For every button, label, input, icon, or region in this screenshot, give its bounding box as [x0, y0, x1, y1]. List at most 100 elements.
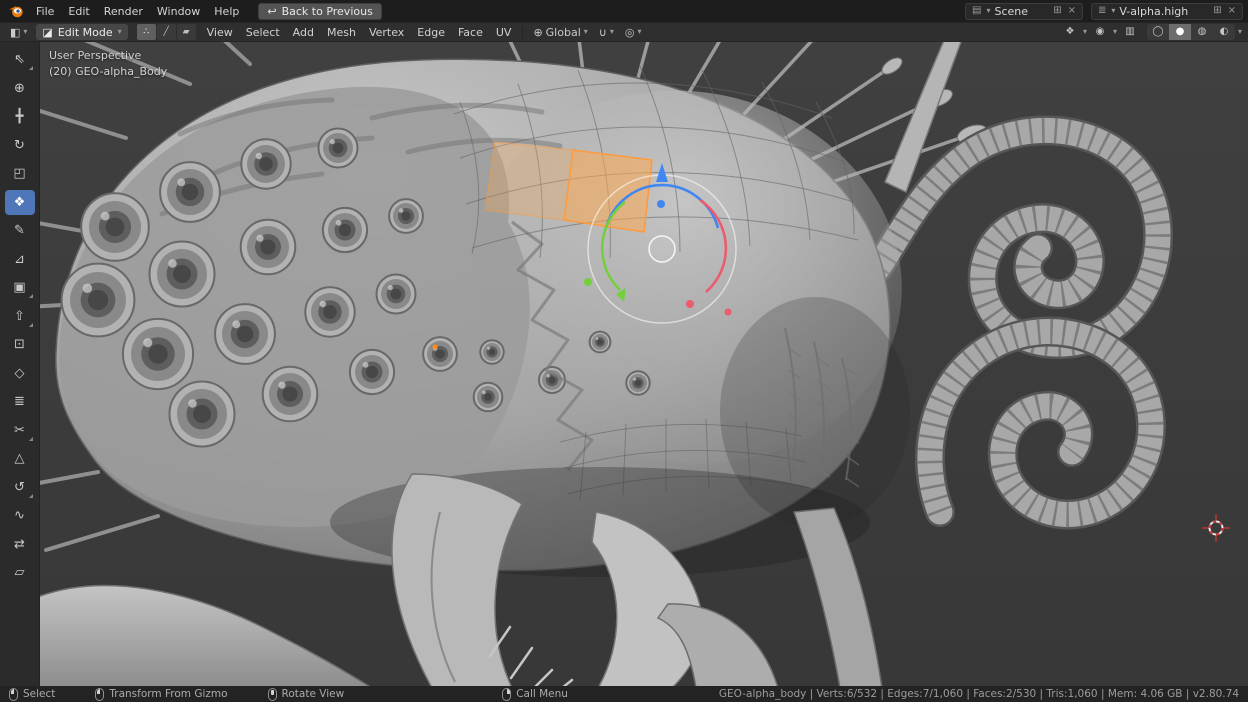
- menu-help[interactable]: Help: [207, 3, 246, 20]
- remove-view-layer-button[interactable]: ×: [1227, 6, 1237, 16]
- spin-icon: ↺: [14, 481, 25, 494]
- hint-rotate-label: Rotate View: [282, 688, 345, 700]
- viewport-header: ◧ ▾ ◪ Edit Mode ▾ ∴ ╱ ▰ View Select Add …: [0, 22, 1248, 42]
- right-mouse-icon: [502, 688, 511, 701]
- snap-toggle[interactable]: ∪ ▾: [594, 26, 619, 39]
- tool-tweak-select[interactable]: ⇖: [5, 47, 35, 72]
- gizmo-chevron-icon[interactable]: ▾: [1083, 28, 1087, 36]
- view-layer-icon: ≣: [1097, 6, 1107, 16]
- scene-selector[interactable]: ▤ ▾ Scene ⊞ ×: [965, 3, 1083, 20]
- shading-material-button[interactable]: ◍: [1191, 24, 1213, 40]
- proportional-editing-icon: ◎: [625, 27, 635, 38]
- xray-toggle-button[interactable]: ▥: [1120, 24, 1140, 40]
- viewport-canvas[interactable]: [40, 42, 1248, 686]
- xray-icon: ▥: [1125, 27, 1134, 37]
- shading-solid-button[interactable]: ●: [1169, 24, 1191, 40]
- menu-window[interactable]: Window: [150, 3, 207, 20]
- shading-chevron-icon[interactable]: ▾: [1238, 28, 1242, 36]
- menu-vertex[interactable]: Vertex: [363, 24, 410, 41]
- tool-add-cube[interactable]: ▣: [5, 275, 35, 300]
- loop-cut-icon: ≣: [14, 395, 25, 408]
- tool-annotate[interactable]: ✎: [5, 218, 35, 243]
- overlays-icon: ◉: [1096, 27, 1105, 37]
- blender-logo-icon[interactable]: [5, 3, 27, 19]
- tool-rotate[interactable]: ↻: [5, 133, 35, 158]
- menu-render[interactable]: Render: [97, 3, 150, 20]
- tool-bevel[interactable]: ◇: [5, 361, 35, 386]
- scene-name[interactable]: Scene: [994, 5, 1048, 18]
- gizmo-center-ring[interactable]: [649, 236, 675, 262]
- edge-select-button[interactable]: ╱: [157, 24, 176, 40]
- face-select-button[interactable]: ▰: [177, 24, 196, 40]
- menu-face[interactable]: Face: [452, 24, 489, 41]
- orientation-chevron-icon: ▾: [584, 28, 588, 36]
- knife-icon: ✂: [14, 424, 25, 437]
- tool-loop-cut[interactable]: ≣: [5, 389, 35, 414]
- hint-select-label: Select: [23, 688, 55, 700]
- view-layer-chevron-icon[interactable]: ▾: [1111, 7, 1115, 15]
- tool-shear[interactable]: ▱: [5, 560, 35, 585]
- shading-rendered-button[interactable]: ◐: [1213, 24, 1235, 40]
- tool-measure[interactable]: ⊿: [5, 247, 35, 272]
- menu-file[interactable]: File: [29, 3, 61, 20]
- view-layer-selector[interactable]: ≣ ▾ V-alpha.high ⊞ ×: [1091, 3, 1243, 20]
- header-right-cluster: ❖ ▾ ◉ ▾ ▥ ◯ ● ◍ ◐ ▾: [1060, 24, 1242, 40]
- tool-scale[interactable]: ◰: [5, 161, 35, 186]
- tool-inset-faces[interactable]: ⊡: [5, 332, 35, 357]
- tool-smooth[interactable]: ∿: [5, 503, 35, 528]
- back-to-previous-label: Back to Previous: [282, 5, 373, 18]
- vertex-select-button[interactable]: ∴: [137, 24, 156, 40]
- mode-selector[interactable]: ◪ Edit Mode ▾: [36, 24, 127, 40]
- shading-solid-icon: ●: [1176, 27, 1185, 37]
- new-view-layer-button[interactable]: ⊞: [1212, 6, 1222, 16]
- shading-mode-group: ◯ ● ◍ ◐: [1147, 24, 1235, 40]
- shading-rendered-icon: ◐: [1220, 27, 1229, 37]
- menu-view[interactable]: View: [201, 24, 239, 41]
- new-scene-button[interactable]: ⊞: [1052, 6, 1062, 16]
- hint-call-menu: Call Menu: [502, 688, 568, 701]
- view-layer-name[interactable]: V-alpha.high: [1119, 5, 1208, 18]
- menu-add[interactable]: Add: [287, 24, 320, 41]
- blender-logo-svg: [8, 5, 25, 18]
- snap-chevron-icon[interactable]: ▾: [610, 28, 614, 36]
- editor-type-chevron-icon: ▾: [23, 28, 27, 36]
- menu-uv[interactable]: UV: [490, 24, 518, 41]
- proportional-editing-toggle[interactable]: ◎ ▾: [620, 26, 647, 39]
- hint-select: Select: [9, 688, 55, 701]
- edge-select-icon: ╱: [163, 28, 168, 37]
- editor-type-button[interactable]: ◧ ▾: [6, 26, 31, 39]
- tool-extrude-region[interactable]: ⇧: [5, 304, 35, 329]
- gizmo-z-handle[interactable]: [657, 200, 665, 208]
- tool-transform[interactable]: ❖: [5, 190, 35, 215]
- extrude-region-icon: ⇧: [14, 310, 25, 323]
- tool-knife[interactable]: ✂: [5, 418, 35, 443]
- edit-mode-icon: ◪: [42, 27, 52, 38]
- move-icon: ╋: [16, 110, 24, 123]
- back-to-previous-button[interactable]: ↩ Back to Previous: [258, 3, 381, 20]
- transform-orientation-selector[interactable]: ⊕ Global ▾: [528, 25, 592, 40]
- tool-move[interactable]: ╋: [5, 104, 35, 129]
- shading-wireframe-button[interactable]: ◯: [1147, 24, 1169, 40]
- remove-scene-button[interactable]: ×: [1067, 6, 1077, 16]
- gizmo-y-handle[interactable]: [584, 278, 592, 286]
- gizmo-x-handle-2[interactable]: [725, 309, 732, 316]
- scene-chevron-icon[interactable]: ▾: [986, 7, 990, 15]
- bevel-icon: ◇: [15, 367, 25, 380]
- show-gizmo-button[interactable]: ❖: [1060, 24, 1080, 40]
- tool-cursor[interactable]: ⊕: [5, 76, 35, 101]
- tool-edge-slide[interactable]: ⇄: [5, 532, 35, 557]
- gizmo-x-handle[interactable]: [686, 300, 694, 308]
- tool-spin[interactable]: ↺: [5, 475, 35, 500]
- menu-edge[interactable]: Edge: [411, 24, 451, 41]
- show-overlays-button[interactable]: ◉: [1090, 24, 1110, 40]
- menu-mesh[interactable]: Mesh: [321, 24, 362, 41]
- menu-select[interactable]: Select: [240, 24, 286, 41]
- proportional-chevron-icon[interactable]: ▾: [637, 28, 641, 36]
- orientation-globe-icon: ⊕: [533, 27, 542, 38]
- blender-window: File Edit Render Window Help ↩ Back to P…: [0, 0, 1248, 702]
- tool-poly-build[interactable]: △: [5, 446, 35, 471]
- overlays-chevron-icon[interactable]: ▾: [1113, 28, 1117, 36]
- viewport-3d[interactable]: User Perspective (20) GEO-alpha_Body: [40, 42, 1248, 686]
- menu-edit[interactable]: Edit: [61, 3, 96, 20]
- transform-icon: ❖: [14, 196, 26, 209]
